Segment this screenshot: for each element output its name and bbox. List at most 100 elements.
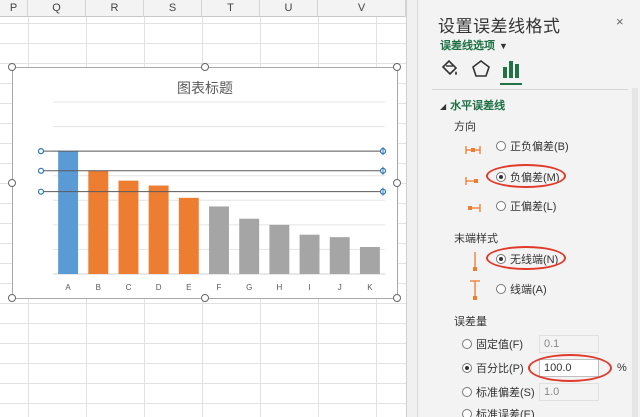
end-style-label: 末端样式 xyxy=(454,233,498,245)
resize-handle-bottom-right[interactable] xyxy=(393,294,401,302)
chart-object[interactable]: 图表标题 ABCDEFGHIJK xyxy=(8,63,401,302)
format-error-bars-pane: 设置误差线格式 × 误差线选项 ▼ ◢ 水平误差线 方向 正负偏差(B) 负偏差(M… xyxy=(418,0,640,417)
x-tick-label: G xyxy=(246,283,252,292)
resize-handle-bottom[interactable] xyxy=(201,294,209,302)
highlight-circle xyxy=(486,164,566,188)
pane-scrollbar[interactable] xyxy=(632,88,638,417)
x-tick-label: E xyxy=(186,283,191,292)
column-label: T xyxy=(227,2,234,14)
radio-button[interactable] xyxy=(462,409,472,417)
minus-direction-glyph-icon xyxy=(465,177,478,185)
bar-A[interactable] xyxy=(58,151,79,274)
column-header-S[interactable]: S xyxy=(144,0,202,17)
divider xyxy=(432,89,628,90)
x-tick-label: K xyxy=(367,283,373,292)
pane-splitter[interactable] xyxy=(406,0,418,417)
resize-handle-top-left[interactable] xyxy=(8,63,16,71)
active-tab-indicator xyxy=(500,83,522,85)
radio-button[interactable] xyxy=(462,363,472,373)
x-tick-label: J xyxy=(338,283,342,292)
percent-unit-label: % xyxy=(617,362,627,374)
option-label: 正负偏差(B) xyxy=(510,141,569,153)
column-header-row: P Q R S T U V xyxy=(0,0,406,17)
x-tick-label: H xyxy=(276,283,282,292)
fixed-value-input[interactable]: 0.1 xyxy=(539,335,599,353)
column-header-P[interactable]: P xyxy=(0,0,28,17)
highlight-circle xyxy=(486,246,566,270)
radio-button[interactable] xyxy=(496,201,506,211)
spreadsheet[interactable]: P Q R S T U V 图表标题 ABCDEFGHIJK xyxy=(0,0,406,417)
bar-J[interactable] xyxy=(329,237,350,274)
chart-plot-area[interactable]: A B C D E F G H I J K xyxy=(13,68,399,300)
option-label: 百分比(P) xyxy=(476,363,524,375)
fill-line-icon[interactable] xyxy=(438,58,460,80)
column-header-U[interactable]: U xyxy=(260,0,318,17)
bar-I[interactable] xyxy=(299,234,320,274)
no-cap-glyph-icon xyxy=(473,252,477,271)
x-tick-label: C xyxy=(126,283,132,292)
column-label: V xyxy=(357,2,366,14)
error-amount-percentage-option[interactable]: 百分比(P) xyxy=(462,360,524,376)
error-bar-handle xyxy=(37,167,45,174)
direction-label: 方向 xyxy=(454,121,476,133)
column-label: U xyxy=(284,2,293,14)
effects-icon[interactable] xyxy=(470,58,492,80)
column-label: P xyxy=(9,2,18,14)
cap-glyph-icon xyxy=(470,280,480,300)
bar-K[interactable] xyxy=(359,246,380,274)
x-tick-label: B xyxy=(96,283,101,292)
column-header-R[interactable]: R xyxy=(86,0,144,17)
close-icon[interactable]: × xyxy=(616,14,624,29)
resize-handle-left[interactable] xyxy=(8,179,16,187)
bar-C[interactable] xyxy=(118,180,139,274)
direction-both-option[interactable]: 正负偏差(B) xyxy=(496,138,569,154)
option-label: 固定值(F) xyxy=(476,339,524,351)
column-label: S xyxy=(168,2,177,14)
column-header-V[interactable]: V xyxy=(318,0,406,17)
x-tick-label: D xyxy=(156,283,162,292)
bar-G[interactable] xyxy=(239,218,260,274)
highlight-circle xyxy=(528,354,612,382)
option-label: 标准误差(E) xyxy=(476,409,535,417)
option-label: 标准偏差(S) xyxy=(476,387,535,399)
column-header-Q[interactable]: Q xyxy=(28,0,86,17)
direction-plus-option[interactable]: 正偏差(L) xyxy=(496,198,556,214)
both-direction-glyph-icon xyxy=(465,146,481,154)
collapse-triangle-icon: ◢ xyxy=(440,102,447,111)
radio-button[interactable] xyxy=(462,339,472,349)
error-bar-options-dropdown[interactable]: 误差线选项 ▼ xyxy=(440,37,508,53)
bar-chart-icon[interactable] xyxy=(500,58,522,80)
x-tick-label: I xyxy=(308,283,310,292)
section-title: 水平误差线 xyxy=(450,100,506,112)
bar-F[interactable] xyxy=(209,206,229,274)
radio-button[interactable] xyxy=(496,284,506,294)
resize-handle-right[interactable] xyxy=(393,179,401,187)
end-style-cap-option[interactable]: 线端(A) xyxy=(496,281,547,297)
error-bar-handle xyxy=(37,148,45,155)
column-header-T[interactable]: T xyxy=(202,0,260,17)
bar-H[interactable] xyxy=(269,224,290,274)
bar-D[interactable] xyxy=(148,185,169,274)
option-label: 正偏差(L) xyxy=(510,201,557,213)
resize-handle-bottom-left[interactable] xyxy=(8,294,16,302)
column-label: R xyxy=(110,2,119,14)
error-amount-label: 误差量 xyxy=(454,316,487,328)
resize-handle-top-right[interactable] xyxy=(393,63,401,71)
option-label: 线端(A) xyxy=(510,284,547,296)
std-dev-input[interactable]: 1.0 xyxy=(539,383,599,401)
radio-button[interactable] xyxy=(496,141,506,151)
error-amount-fixed-option[interactable]: 固定值(F) xyxy=(462,336,523,352)
column-label: Q xyxy=(52,2,61,14)
options-label: 误差线选项 xyxy=(440,40,495,52)
section-horizontal-error-bar[interactable]: ◢ 水平误差线 xyxy=(440,97,505,113)
error-amount-std-error-option[interactable]: 标准误差(E) xyxy=(462,406,535,417)
bar-B[interactable] xyxy=(88,170,109,274)
x-tick-label: A xyxy=(65,283,71,292)
error-bar-handle xyxy=(37,188,45,195)
resize-handle-top[interactable] xyxy=(201,63,209,71)
x-tick-label: F xyxy=(217,283,222,292)
bar-E[interactable] xyxy=(178,197,199,274)
error-amount-std-dev-option[interactable]: 标准偏差(S) xyxy=(462,384,535,400)
radio-button[interactable] xyxy=(462,387,472,397)
plus-direction-glyph-icon xyxy=(468,204,481,212)
